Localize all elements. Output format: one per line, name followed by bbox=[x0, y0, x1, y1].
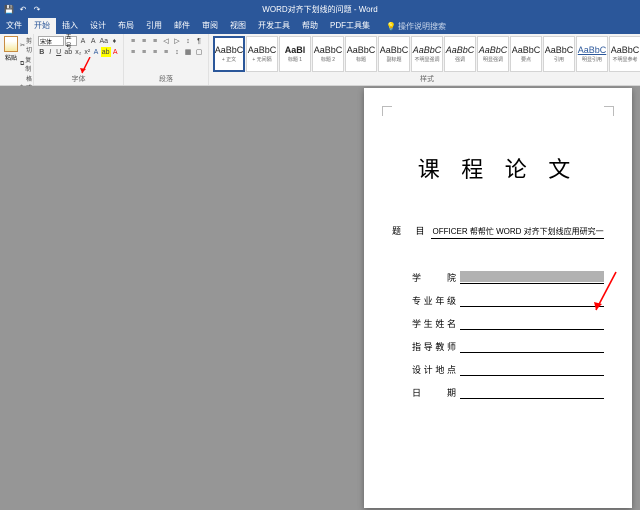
ribbon: 粘贴 ✂剪切 ⧉复制 ✎格式刷 剪贴板 宋体 五号 A A Aa ♦ B I U bbox=[0, 34, 640, 86]
form-underline[interactable] bbox=[460, 387, 604, 399]
text-selection bbox=[460, 271, 604, 282]
borders-button[interactable]: ▢ bbox=[194, 47, 204, 57]
tab-pdf[interactable]: PDF工具集 bbox=[324, 18, 376, 34]
tab-view[interactable]: 视图 bbox=[224, 18, 252, 34]
justify-button[interactable]: ≡ bbox=[161, 47, 171, 57]
doc-heading[interactable]: 课 程 论 文 bbox=[392, 152, 604, 184]
style-item[interactable]: AaBbC引用 bbox=[543, 36, 575, 72]
title-bar: 💾 ↶ ↷ WORD对齐下划线的问题 - Word bbox=[0, 0, 640, 18]
scissors-icon: ✂ bbox=[20, 42, 25, 49]
undo-icon[interactable]: ↶ bbox=[18, 4, 28, 14]
align-right-button[interactable]: ≡ bbox=[150, 47, 160, 57]
save-icon[interactable]: 💾 bbox=[4, 4, 14, 14]
copy-button[interactable]: ⧉复制 bbox=[20, 55, 32, 73]
style-item[interactable]: AaBbC要点 bbox=[510, 36, 542, 72]
form-label: 设计地点 bbox=[412, 363, 456, 376]
cut-button[interactable]: ✂剪切 bbox=[20, 36, 32, 54]
text-effects-button[interactable]: A bbox=[92, 47, 99, 57]
inc-indent-button[interactable]: ▷ bbox=[172, 36, 182, 46]
style-item[interactable]: AaBbC明显引用 bbox=[576, 36, 608, 72]
form-row[interactable]: 日 期 bbox=[412, 386, 604, 399]
tab-review[interactable]: 审阅 bbox=[196, 18, 224, 34]
underline-button[interactable]: U bbox=[55, 47, 62, 57]
tell-me-search[interactable]: 💡操作说明搜索 bbox=[380, 18, 452, 34]
group-font: 宋体 五号 A A Aa ♦ B I U ab x₂ x² A ab A 字体 bbox=[34, 34, 124, 85]
superscript-button[interactable]: x² bbox=[83, 47, 91, 57]
tab-design[interactable]: 设计 bbox=[84, 18, 112, 34]
ribbon-tabs: 文件 开始 插入 设计 布局 引用 邮件 审阅 视图 开发工具 帮助 PDF工具… bbox=[0, 18, 640, 34]
italic-button[interactable]: I bbox=[46, 47, 53, 57]
form-underline[interactable] bbox=[460, 295, 604, 307]
style-item[interactable]: AaBl标题 1 bbox=[279, 36, 311, 72]
form-label: 学 院 bbox=[412, 271, 456, 284]
form-underline[interactable] bbox=[460, 364, 604, 376]
multilevel-button[interactable]: ≡ bbox=[150, 36, 160, 46]
margin-corner-icon bbox=[604, 106, 614, 116]
font-color-button[interactable]: A bbox=[112, 47, 119, 57]
style-item[interactable]: AaBbC强调 bbox=[444, 36, 476, 72]
style-item[interactable]: AaBbC不明显参考 bbox=[609, 36, 640, 72]
tab-file[interactable]: 文件 bbox=[0, 18, 28, 34]
group-clipboard: 粘贴 ✂剪切 ⧉复制 ✎格式刷 剪贴板 bbox=[0, 34, 34, 85]
form-underline[interactable] bbox=[460, 318, 604, 330]
bulb-icon: 💡 bbox=[386, 22, 396, 31]
align-left-button[interactable]: ≡ bbox=[128, 47, 138, 57]
copy-icon: ⧉ bbox=[20, 61, 24, 68]
topic-row[interactable]: 题 目 OFFICER 帮帮忙 WORD 对齐下划线应用研究一 bbox=[392, 224, 604, 239]
form-row[interactable]: 设计地点 bbox=[412, 363, 604, 376]
form-underline[interactable] bbox=[460, 341, 604, 353]
numbering-button[interactable]: ≡ bbox=[139, 36, 149, 46]
tab-references[interactable]: 引用 bbox=[140, 18, 168, 34]
topic-label: 题 目 bbox=[392, 224, 431, 237]
form-row[interactable]: 学 院 bbox=[412, 271, 604, 284]
tab-layout[interactable]: 布局 bbox=[112, 18, 140, 34]
document-area[interactable]: 课 程 论 文 题 目 OFFICER 帮帮忙 WORD 对齐下划线应用研究一 … bbox=[0, 86, 640, 510]
grow-font-button[interactable]: A bbox=[78, 36, 87, 46]
tab-help[interactable]: 帮助 bbox=[296, 18, 324, 34]
form-label: 指导教师 bbox=[412, 340, 456, 353]
font-size-select[interactable]: 五号 bbox=[65, 36, 78, 46]
form-label: 日 期 bbox=[412, 386, 456, 399]
window-title: WORD对齐下划线的问题 - Word bbox=[262, 4, 377, 15]
line-spacing-button[interactable]: ↕ bbox=[172, 47, 182, 57]
tab-home[interactable]: 开始 bbox=[28, 18, 56, 34]
style-item[interactable]: AaBbC标题 2 bbox=[312, 36, 344, 72]
subscript-button[interactable]: x₂ bbox=[74, 47, 82, 57]
style-item[interactable]: AaBbC不明显强调 bbox=[411, 36, 443, 72]
show-marks-button[interactable]: ¶ bbox=[194, 36, 204, 46]
change-case-button[interactable]: Aa bbox=[99, 36, 109, 46]
tab-mailings[interactable]: 邮件 bbox=[168, 18, 196, 34]
paste-icon bbox=[4, 36, 18, 52]
page[interactable]: 课 程 论 文 题 目 OFFICER 帮帮忙 WORD 对齐下划线应用研究一 … bbox=[364, 88, 632, 508]
clear-format-button[interactable]: ♦ bbox=[110, 36, 119, 46]
topic-value[interactable]: OFFICER 帮帮忙 WORD 对齐下划线应用研究一 bbox=[431, 226, 604, 239]
tab-developer[interactable]: 开发工具 bbox=[252, 18, 296, 34]
style-item[interactable]: AaBbC副标题 bbox=[378, 36, 410, 72]
form-row[interactable]: 学生姓名 bbox=[412, 317, 604, 330]
shrink-font-button[interactable]: A bbox=[89, 36, 98, 46]
strike-button[interactable]: ab bbox=[63, 47, 73, 57]
style-item[interactable]: AaBbC明显强调 bbox=[477, 36, 509, 72]
font-name-select[interactable]: 宋体 bbox=[38, 36, 64, 46]
group-styles: AaBbC+ 正文AaBbC+ 无间隔AaBl标题 1AaBbC标题 2AaBb… bbox=[209, 34, 640, 85]
redo-icon[interactable]: ↷ bbox=[32, 4, 42, 14]
style-item[interactable]: AaBbC+ 无间隔 bbox=[246, 36, 278, 72]
margin-corner-icon bbox=[382, 106, 392, 116]
shading-button[interactable]: ▦ bbox=[183, 47, 193, 57]
align-center-button[interactable]: ≡ bbox=[139, 47, 149, 57]
group-paragraph: ≡ ≡ ≡ ◁ ▷ ↕ ¶ ≡ ≡ ≡ ≡ ↕ ▦ ▢ 段落 bbox=[124, 34, 209, 85]
form-label: 专业年级 bbox=[412, 294, 456, 307]
bullets-button[interactable]: ≡ bbox=[128, 36, 138, 46]
style-item[interactable]: AaBbC+ 正文 bbox=[213, 36, 245, 72]
sort-button[interactable]: ↕ bbox=[183, 36, 193, 46]
form-row[interactable]: 专业年级 bbox=[412, 294, 604, 307]
form-label: 学生姓名 bbox=[412, 317, 456, 330]
form-underline[interactable] bbox=[460, 272, 604, 284]
style-item[interactable]: AaBbC标题 bbox=[345, 36, 377, 72]
form-row[interactable]: 指导教师 bbox=[412, 340, 604, 353]
highlight-button[interactable]: ab bbox=[101, 47, 111, 57]
dec-indent-button[interactable]: ◁ bbox=[161, 36, 171, 46]
bold-button[interactable]: B bbox=[38, 47, 45, 57]
